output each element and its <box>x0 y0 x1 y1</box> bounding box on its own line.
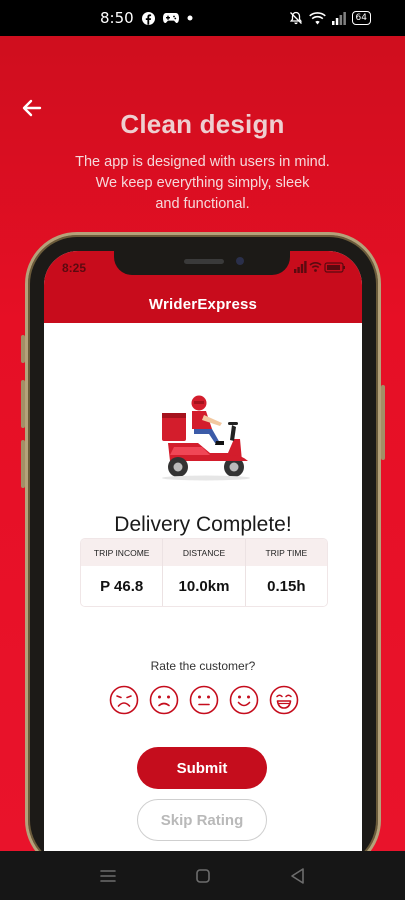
rate-customer-label: Rate the customer? <box>150 659 256 673</box>
submit-button[interactable]: Submit <box>137 747 267 789</box>
notch-camera <box>236 257 244 265</box>
stat-label: TRIP INCOME <box>81 539 163 566</box>
stat-value: 0.15h <box>245 566 327 606</box>
stat-trip-time: TRIP TIME 0.15h <box>245 539 327 606</box>
rating-faces <box>109 685 299 717</box>
phone-notch <box>114 251 290 275</box>
phone-screen: 8:25 WriderExpress Delivery Complete! TR… <box>44 251 362 871</box>
android-nav-bar <box>0 851 405 900</box>
app-header: WriderExpress <box>44 285 362 323</box>
battery-icon: 64 <box>351 11 371 25</box>
laugh-face-icon[interactable] <box>269 685 299 715</box>
mockup-status-icons <box>294 260 346 276</box>
phone-side-button <box>381 385 385 460</box>
sad-face-icon[interactable] <box>109 685 139 715</box>
signal-icon <box>331 11 346 25</box>
trip-stats-table: TRIP INCOME P 46.8 DISTANCE 10.0km TRIP … <box>81 539 327 606</box>
neutral-face-icon[interactable] <box>189 685 219 715</box>
status-time: 8:50 <box>100 9 134 27</box>
stat-label: DISTANCE <box>163 539 245 566</box>
hero-title: Clean design <box>120 109 285 139</box>
hero-subtitle: The app is designed with users in mind. … <box>60 152 345 215</box>
delivery-complete-title: Delivery Complete! <box>114 513 292 536</box>
mockup-time: 8:25 <box>62 261 87 275</box>
phone-side-button <box>21 380 25 428</box>
stat-value: P 46.8 <box>81 566 163 606</box>
notch-speaker <box>184 259 224 264</box>
phone-mockup: 8:25 WriderExpress Delivery Complete! TR… <box>21 232 385 872</box>
status-bar: 8:50 64 <box>0 0 405 36</box>
facebook-icon <box>141 11 155 25</box>
hero-subtitle-line: and functional. <box>155 196 250 212</box>
hero-subtitle-line: We keep everything simply, sleek <box>95 175 310 191</box>
smile-face-icon[interactable] <box>229 685 259 715</box>
stat-value: 10.0km <box>163 566 245 606</box>
stat-distance: DISTANCE 10.0km <box>163 539 246 606</box>
wifi-icon <box>308 11 326 25</box>
phone-side-button <box>21 440 25 488</box>
menu-icon[interactable] <box>96 864 120 888</box>
stat-label: TRIP TIME <box>245 539 327 566</box>
game-controller-icon <box>162 12 179 24</box>
home-square-icon[interactable] <box>191 864 215 888</box>
delivery-scooter-icon <box>154 391 254 481</box>
dot-icon <box>187 15 193 21</box>
back-triangle-icon[interactable] <box>286 864 310 888</box>
frown-face-icon[interactable] <box>149 685 179 715</box>
battery-level: 64 <box>355 12 367 23</box>
hero-subtitle-line: The app is designed with users in mind. <box>75 154 330 170</box>
stat-trip-income: TRIP INCOME P 46.8 <box>81 539 164 606</box>
bell-off-icon <box>289 11 303 25</box>
skip-rating-button[interactable]: Skip Rating <box>137 799 267 841</box>
phone-side-button <box>21 335 25 363</box>
